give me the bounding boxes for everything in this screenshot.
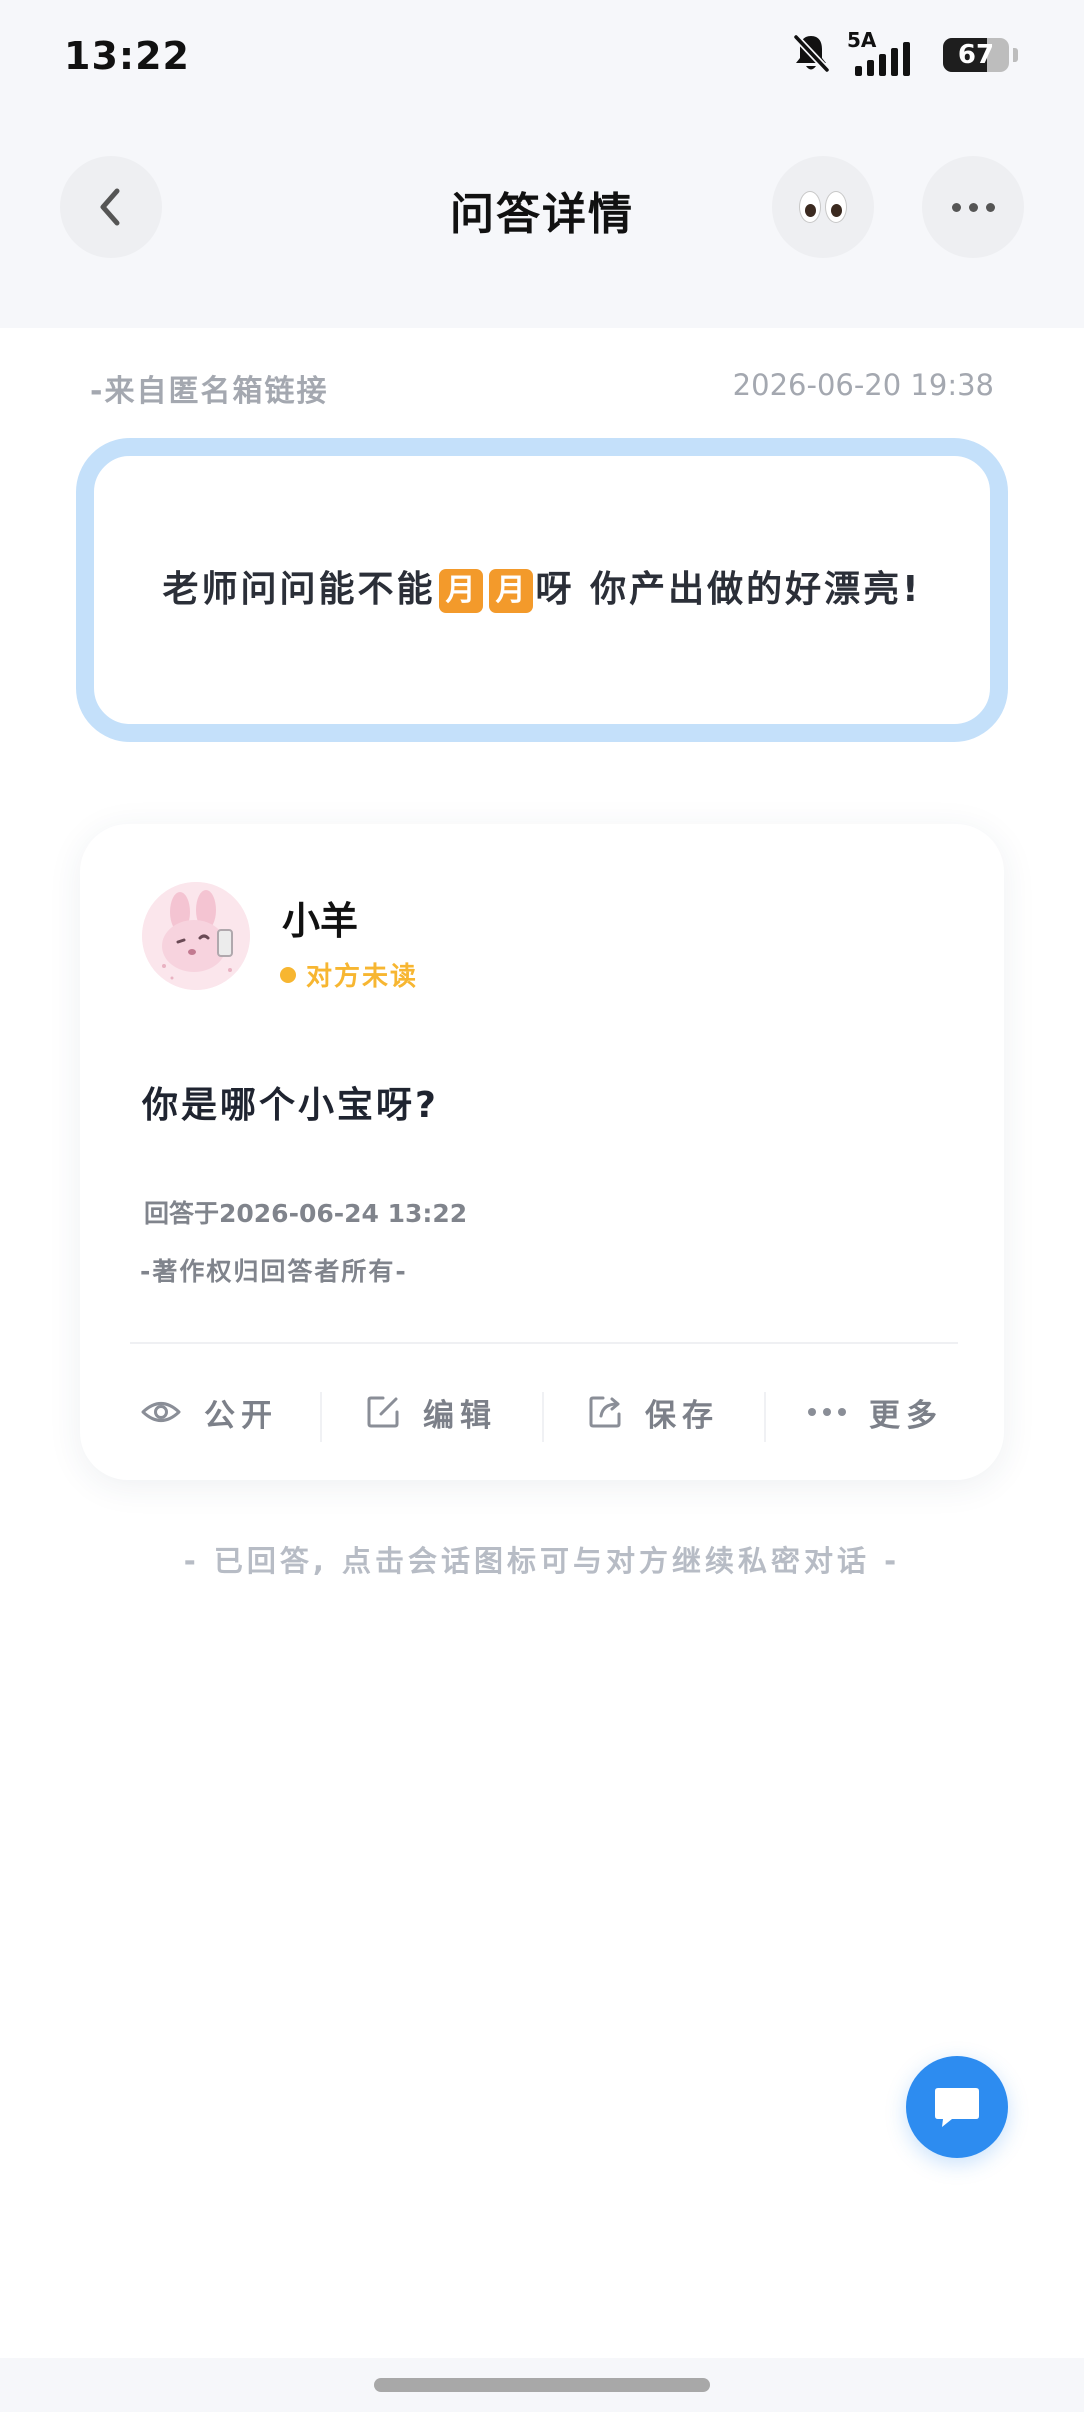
- read-status: 对方未读: [280, 956, 418, 993]
- read-status-text: 对方未读: [306, 962, 419, 992]
- action-bar: 公开 编辑 保存 更多: [98, 1348, 986, 1476]
- edit-button[interactable]: 编辑: [320, 1348, 542, 1476]
- more-icon: [807, 1407, 847, 1417]
- answer-card: 小羊 对方未读 你是哪个小宝呀? 回答于2026-06-24 13:22 -著作…: [80, 824, 1004, 1480]
- question-text-part: 老师问问能不能: [162, 569, 436, 610]
- eyes-button[interactable]: [772, 156, 874, 258]
- battery-icon: 67: [943, 38, 1009, 72]
- more-icon: [951, 202, 995, 212]
- signal-icon: 5A: [847, 28, 927, 78]
- status-time: 13:22: [64, 34, 190, 78]
- answered-hint: - 已回答, 点击会话图标可与对方继续私密对话 -: [183, 1544, 901, 1578]
- eye-icon: [140, 1397, 182, 1427]
- copyright-note: -著作权归回答者所有-: [140, 1257, 408, 1286]
- status-icons: 5A 67: [791, 28, 1018, 80]
- answered-at: 回答于2026-06-24 13:22: [144, 1199, 468, 1228]
- avatar[interactable]: [142, 882, 250, 990]
- more-label: 更多: [869, 1397, 943, 1434]
- question-card: 老师问问能不能月月呀 你产出做的好漂亮!: [76, 438, 1008, 742]
- status-bar: 13:22 5A 67: [0, 0, 1084, 110]
- battery-tip: [1013, 48, 1018, 62]
- more-button[interactable]: 更多: [764, 1348, 986, 1476]
- home-indicator[interactable]: [374, 2378, 710, 2392]
- answerer-name[interactable]: 小羊: [282, 890, 358, 945]
- battery-level: 67: [957, 40, 995, 70]
- question-text: 老师问问能不能月月呀 你产出做的好漂亮!: [162, 559, 922, 621]
- public-button[interactable]: 公开: [98, 1348, 320, 1476]
- mute-bell-icon: [791, 32, 831, 78]
- question-source: -来自匿名箱链接: [90, 374, 329, 409]
- edit-icon: [365, 1394, 401, 1430]
- question-datetime: 2026-06-20 19:38: [732, 368, 994, 402]
- save-label: 保存: [645, 1397, 719, 1434]
- moon-emoji-icon: 月: [488, 569, 533, 613]
- moon-emoji-icon: 月: [438, 569, 483, 613]
- share-icon: [587, 1394, 623, 1430]
- question-text-part: 呀 你产出做的好漂亮!: [535, 569, 922, 610]
- eyes-icon: [799, 191, 847, 223]
- public-label: 公开: [204, 1397, 278, 1434]
- unread-dot-icon: [280, 966, 296, 983]
- more-options-button[interactable]: [922, 156, 1024, 258]
- chat-button[interactable]: [906, 2056, 1008, 2158]
- answer-text: 你是哪个小宝呀?: [142, 1085, 439, 1126]
- bunny-avatar-icon: [142, 882, 250, 990]
- chat-bubble-icon: [935, 2088, 979, 2127]
- divider: [130, 1342, 958, 1344]
- edit-label: 编辑: [423, 1397, 497, 1434]
- save-button[interactable]: 保存: [542, 1348, 764, 1476]
